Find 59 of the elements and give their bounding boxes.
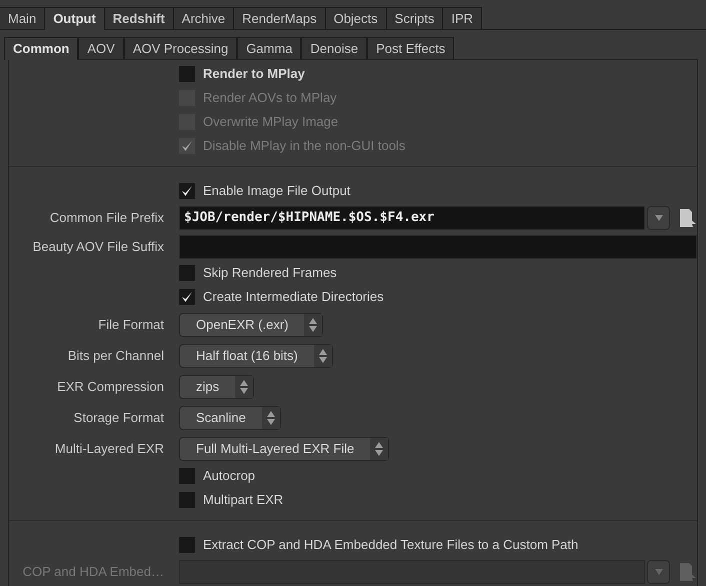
tab[interactable]: IPR	[443, 7, 482, 29]
checkbox-label: Autocrop	[203, 467, 256, 486]
field-label: Storage Format	[74, 408, 164, 427]
text-field[interactable]	[179, 234, 697, 258]
checkbox-label: Skip Rendered Frames	[203, 264, 337, 282]
tab[interactable]: Main	[0, 7, 46, 29]
tab[interactable]: Denoise	[301, 36, 368, 59]
tab[interactable]: RenderMaps	[234, 7, 326, 29]
dropdown-menu[interactable]: zips	[179, 374, 254, 398]
field-label: EXR Compression	[57, 378, 164, 396]
checkbox-label: Enable Image File Output	[203, 182, 350, 200]
dropdown-button[interactable]	[647, 560, 670, 584]
checkbox-label: Extract COP and HDA Embedded Texture Files to a Custom Path	[203, 536, 578, 554]
checkbox-label: Multipart EXR	[203, 491, 284, 510]
up-down-arrows-icon	[266, 410, 275, 424]
checkbox-label: Disable MPlay in the non-GUI tools	[203, 137, 406, 156]
field-label: Common File Prefix	[50, 208, 164, 227]
dropdown-menu[interactable]: Full Multi-Layered EXR File	[179, 436, 390, 460]
tab[interactable]: Output	[45, 7, 105, 30]
checkbox-label: Overwrite MPlay Image	[203, 113, 338, 132]
file-browse-icon[interactable]	[679, 208, 697, 228]
checkbox[interactable]	[179, 66, 195, 82]
checkbox-label: Render AOVs to MPlay	[203, 89, 337, 108]
dropdown-menu[interactable]: Half float (16 bits)	[179, 344, 333, 368]
text-field[interactable]: $JOB/render/$HIPNAME.$OS.$F4.exr	[179, 206, 645, 230]
caret-icon	[654, 214, 662, 220]
field-label: Multi-Layered EXR	[54, 440, 164, 458]
tab[interactable]: Post Effects	[367, 36, 454, 59]
tab[interactable]: Archive	[174, 7, 234, 29]
checkmark-icon	[181, 291, 193, 303]
checkbox[interactable]	[179, 289, 195, 305]
up-down-arrows-icon	[318, 348, 327, 362]
checkbox[interactable]	[179, 537, 195, 553]
checkbox[interactable]	[179, 468, 195, 484]
up-down-arrows-icon	[309, 318, 318, 332]
tab[interactable]: Scripts	[386, 7, 444, 29]
up-down-arrows-icon	[240, 380, 248, 394]
tab[interactable]: Common	[4, 36, 78, 60]
tab[interactable]: Gamma	[237, 36, 302, 59]
checkmark-icon	[181, 185, 193, 197]
up-down-arrows-icon	[375, 442, 384, 456]
tab[interactable]: Redshift	[104, 7, 174, 29]
tab[interactable]: AOV	[78, 36, 124, 59]
tab[interactable]: AOV Processing	[124, 36, 238, 59]
tab[interactable]: Objects	[326, 7, 387, 29]
checkbox-label: Render to MPlay	[203, 65, 305, 84]
field-label: File Format	[98, 316, 164, 334]
dropdown-button[interactable]	[647, 206, 670, 230]
dropdown-menu[interactable]: OpenEXR (.exr)	[179, 312, 324, 336]
checkbox-label: Create Intermediate Directories	[203, 288, 384, 306]
dropdown-menu[interactable]: Scanline	[179, 406, 281, 430]
field-label: Beauty AOV File Suffix	[32, 238, 164, 256]
field-label: Bits per Channel	[68, 346, 164, 365]
checkmark-icon	[181, 140, 193, 152]
checkbox[interactable]	[179, 492, 195, 508]
field-label: COP and HDA Embed…	[22, 562, 164, 581]
checkbox[interactable]	[179, 183, 195, 199]
caret-icon	[654, 568, 662, 574]
checkbox[interactable]	[179, 265, 195, 281]
